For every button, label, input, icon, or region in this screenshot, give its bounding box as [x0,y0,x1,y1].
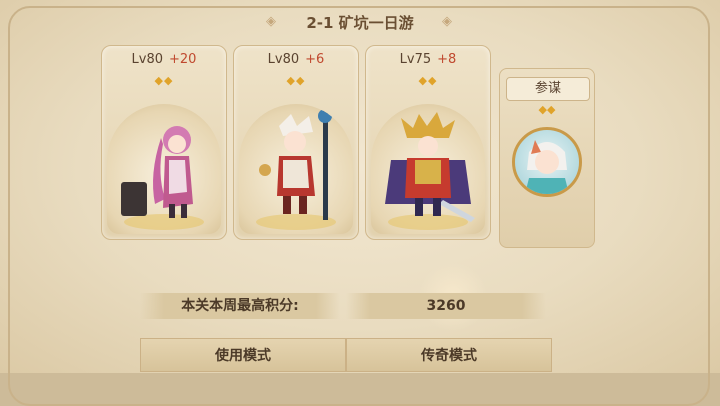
hero-portrait-pink-hair [107,104,221,234]
stage-title: 2-1 矿坑一日游 [306,14,414,32]
hero-card-3[interactable]: Lv75 +8 ◆◆ [365,45,491,240]
title-right-ornament: ◈ [442,14,452,29]
hero-level: Lv80 +20 [131,52,197,67]
hero-level: Lv80 +6 [267,52,325,67]
hero-stars: ◆◆ [418,74,438,87]
hero-level: Lv75 +8 [399,52,457,67]
hero-portrait-staff-mage [239,104,353,234]
advisor-card[interactable]: 参谋 ◆◆ [499,68,595,248]
advisor-label: 参谋 [506,77,590,101]
hero-stars: ◆◆ [286,74,306,87]
stage-panel: ◈ 2-1 矿坑一日游 ◈ Lv80 +20 ◆◆ Lv80 +6 ◆◆ Lv7… [0,0,720,406]
hero-stars: ◆◆ [154,74,174,87]
hero-card-2[interactable]: Lv80 +6 ◆◆ [233,45,359,240]
use-mode-button[interactable]: 使用模式 [140,338,346,372]
score-value: 3260 [346,293,546,319]
score-label: 本关本周最高积分: [140,293,340,319]
advisor-stars: ◆◆ [538,103,556,116]
legend-mode-button[interactable]: 传奇模式 [346,338,552,372]
hero-portrait-knight [371,104,485,234]
hero-card-1[interactable]: Lv80 +20 ◆◆ [101,45,227,240]
advisor-avatar [512,127,582,197]
